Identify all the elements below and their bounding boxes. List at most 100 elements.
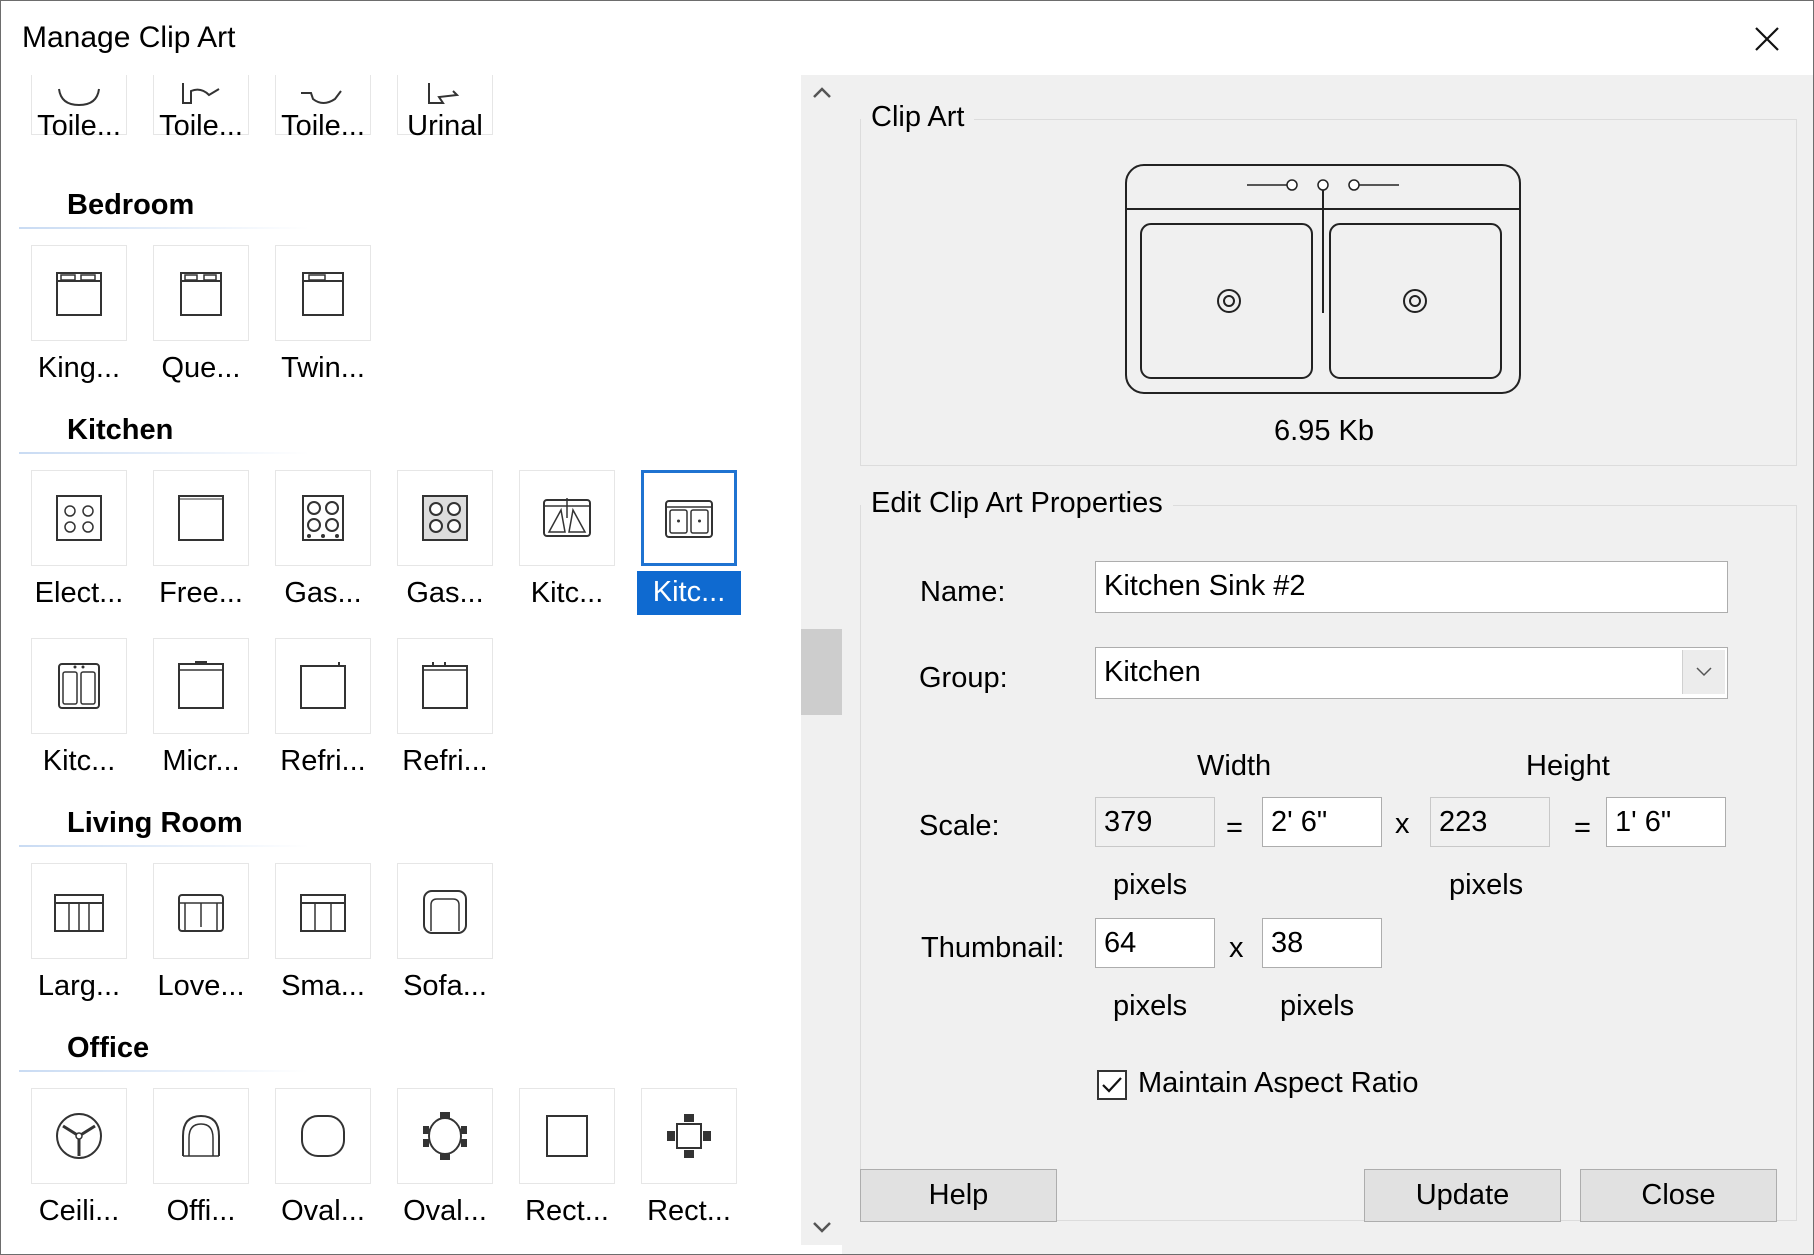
group-heading-living-room: Living Room: [67, 807, 243, 839]
kitchen-sink-icon: [58, 663, 100, 709]
ceiling-fan-icon: [56, 1113, 102, 1159]
clip-art-label[interactable]: Kitc...: [515, 572, 619, 616]
gas-range-icon: [302, 495, 344, 541]
equals-sign: =: [1574, 812, 1591, 844]
clip-art-thumbnail[interactable]: [519, 470, 615, 566]
clip-art-thumbnail-selected[interactable]: [641, 470, 737, 566]
update-button[interactable]: Update: [1364, 1169, 1561, 1222]
maintain-aspect-ratio-checkbox[interactable]: [1097, 1070, 1127, 1100]
clip-art-label[interactable]: Que...: [149, 347, 253, 391]
chevron-up-icon[interactable]: [801, 75, 842, 111]
refrigerator-icon: [300, 662, 346, 709]
clip-art-label[interactable]: Toile...: [271, 105, 375, 149]
clip-art-label[interactable]: Urinal: [393, 105, 497, 149]
group-divider: [19, 1070, 309, 1072]
clip-art-thumbnail[interactable]: [153, 245, 249, 341]
clip-art-label[interactable]: Refri...: [393, 740, 497, 784]
clip-art-label[interactable]: Toile...: [149, 105, 253, 149]
clip-art-thumbnail[interactable]: [153, 863, 249, 959]
clip-art-list: Toile... Toile... Toile... Urinal Bedroo…: [19, 75, 801, 1245]
clip-art-label[interactable]: Sofa...: [393, 965, 497, 1009]
clip-art-label[interactable]: Twin...: [271, 347, 375, 391]
group-divider: [19, 845, 309, 847]
clip-art-thumbnail[interactable]: [275, 470, 371, 566]
clip-art-thumbnail[interactable]: [31, 245, 127, 341]
clip-art-label-selected[interactable]: Kitc...: [637, 571, 741, 615]
group-divider: [19, 452, 309, 454]
clip-art-thumbnail[interactable]: [153, 470, 249, 566]
thumbnail-height-field[interactable]: 38: [1262, 918, 1382, 968]
chevron-down-icon[interactable]: [1682, 650, 1725, 694]
clip-art-label[interactable]: Gas...: [393, 572, 497, 616]
clip-art-thumbnail[interactable]: [31, 470, 127, 566]
edit-properties-title: Edit Clip Art Properties: [861, 487, 1173, 520]
name-label: Name:: [920, 576, 1006, 608]
pixels-label: pixels: [1113, 990, 1188, 1022]
times-sign: x: [1229, 932, 1244, 964]
file-size-label: 6.95 Kb: [1274, 415, 1374, 447]
microwave-icon: [178, 661, 224, 709]
sofa-icon: [54, 894, 104, 932]
clip-art-label[interactable]: Sma...: [271, 965, 375, 1009]
clip-art-label[interactable]: Gas...: [271, 572, 375, 616]
scrollbar-thumb[interactable]: [801, 629, 842, 715]
clip-art-thumbnail[interactable]: [31, 638, 127, 734]
clip-art-label[interactable]: Refri...: [271, 740, 375, 784]
clip-art-label[interactable]: Elect...: [27, 572, 131, 616]
clip-art-label[interactable]: Toile...: [27, 105, 131, 149]
name-field[interactable]: Kitchen Sink #2: [1095, 561, 1728, 613]
chevron-down-icon[interactable]: [801, 1209, 842, 1245]
clip-art-label[interactable]: Rect...: [637, 1190, 741, 1234]
group-heading-office: Office: [67, 1032, 150, 1064]
clip-art-thumbnail[interactable]: [31, 863, 127, 959]
clip-art-label[interactable]: Love...: [149, 965, 253, 1009]
bed-icon: [56, 272, 102, 316]
electric-stove-icon: [56, 495, 102, 541]
oval-table-icon: [301, 1115, 345, 1157]
clip-art-label[interactable]: Ceili...: [27, 1190, 131, 1234]
maintain-aspect-ratio-label[interactable]: Maintain Aspect Ratio: [1138, 1067, 1418, 1100]
clip-art-thumbnail[interactable]: [275, 638, 371, 734]
clip-art-thumbnail[interactable]: [641, 1088, 737, 1184]
clip-art-label[interactable]: Larg...: [27, 965, 131, 1009]
clip-art-label[interactable]: Oval...: [271, 1190, 375, 1234]
clip-art-thumbnail[interactable]: [519, 1088, 615, 1184]
properties-pane: Clip Art 6.95 Kb Edit Clip Art Propertie…: [842, 75, 1813, 1254]
kitchen-sink-icon: [665, 500, 713, 538]
thumbnail-width-field[interactable]: 64: [1095, 918, 1215, 968]
office-chair-icon: [182, 1114, 220, 1157]
bed-icon: [302, 272, 344, 316]
group-select[interactable]: Kitchen: [1095, 647, 1728, 699]
scale-height-size-field[interactable]: 1' 6": [1606, 797, 1726, 847]
clip-art-thumbnail[interactable]: [275, 1088, 371, 1184]
clip-art-label[interactable]: King...: [27, 347, 131, 391]
clip-art-thumbnail[interactable]: [275, 863, 371, 959]
clip-art-thumbnail[interactable]: [31, 1088, 127, 1184]
clip-art-label[interactable]: Oval...: [393, 1190, 497, 1234]
clip-art-thumbnail[interactable]: [153, 1088, 249, 1184]
clip-art-thumbnail[interactable]: [397, 470, 493, 566]
checkmark-icon: [1102, 1077, 1122, 1093]
rectangle-table-icon: [546, 1115, 588, 1157]
manage-clip-art-dialog: Manage Clip Art Toile... Toile... Toile.…: [0, 0, 1814, 1255]
vertical-scrollbar[interactable]: [801, 75, 842, 1245]
clip-art-thumbnail[interactable]: [397, 1088, 493, 1184]
scale-width-size-field[interactable]: 2' 6": [1262, 797, 1382, 847]
clip-art-thumbnail[interactable]: [153, 638, 249, 734]
clip-art-thumbnail[interactable]: [397, 638, 493, 734]
clip-art-label[interactable]: Free...: [149, 572, 253, 616]
clip-art-label[interactable]: Kitc...: [27, 740, 131, 784]
help-button[interactable]: Help: [860, 1169, 1057, 1222]
clip-art-label[interactable]: Micr...: [149, 740, 253, 784]
width-header: Width: [1197, 750, 1272, 782]
dialog-title: Manage Clip Art: [22, 21, 236, 54]
clip-art-thumbnail[interactable]: [275, 245, 371, 341]
clip-art-label[interactable]: Offi...: [149, 1190, 253, 1234]
armchair-icon: [423, 890, 467, 934]
scale-label: Scale:: [919, 810, 1000, 842]
close-icon[interactable]: [1745, 17, 1789, 61]
clip-art-label[interactable]: Rect...: [515, 1190, 619, 1234]
clip-art-thumbnail[interactable]: [397, 863, 493, 959]
freezer-icon: [178, 495, 224, 541]
close-button[interactable]: Close: [1580, 1169, 1777, 1222]
